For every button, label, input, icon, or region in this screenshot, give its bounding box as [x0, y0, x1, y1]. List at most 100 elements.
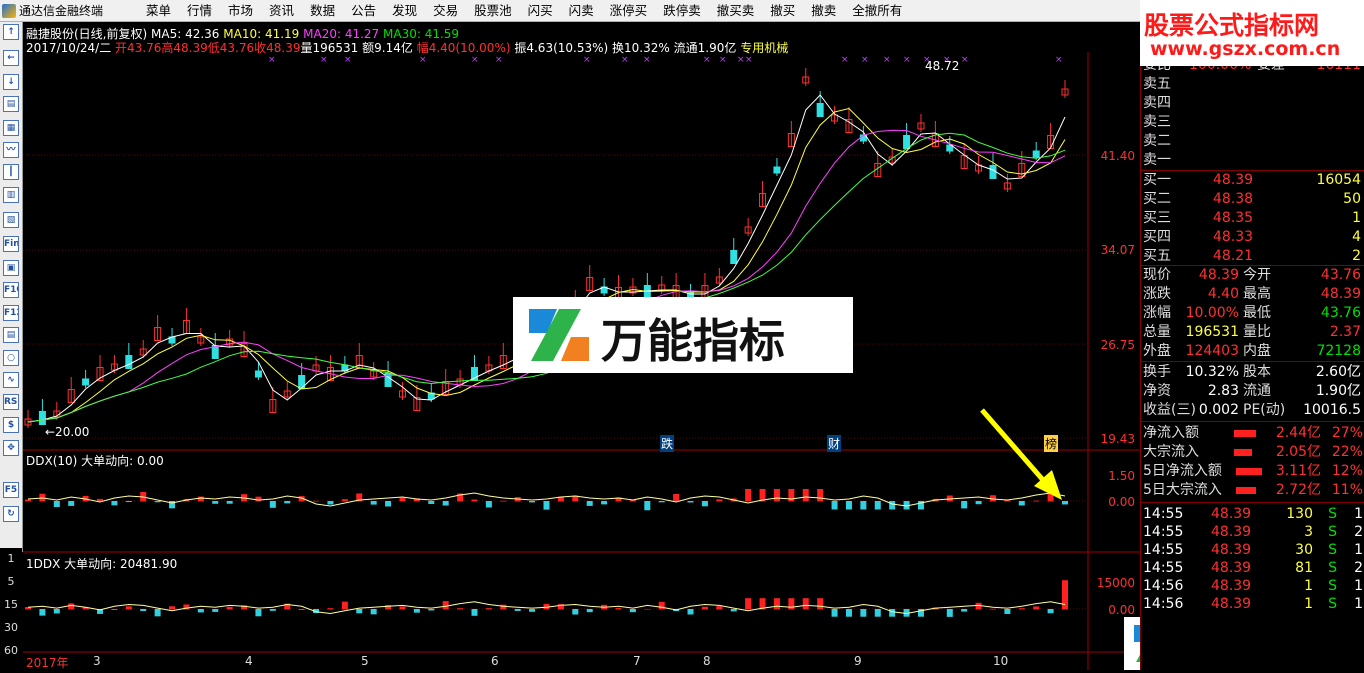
menu-item[interactable]: 全撤所有 — [844, 0, 910, 22]
fund-row: 换手 10.32% 股本 2.60亿 — [1143, 364, 1361, 380]
sell-row: 卖四 — [1143, 95, 1171, 111]
ddx-bar — [197, 609, 204, 613]
menu-item[interactable]: 公告 — [343, 0, 384, 22]
menu-item[interactable]: 数据 — [302, 0, 343, 22]
menu-item[interactable]: 闪买 — [520, 0, 561, 22]
signal-marker: × — [961, 55, 969, 65]
period-option[interactable]: 15 — [0, 598, 22, 611]
ddx-bar — [658, 501, 665, 503]
divider — [1141, 361, 1364, 362]
grid-icon[interactable]: ▦ — [3, 120, 19, 136]
menu-item[interactable]: 闪卖 — [561, 0, 602, 22]
ddx-bar — [53, 609, 60, 614]
ddx-bar — [745, 489, 752, 502]
wave-icon[interactable]: ∿ — [3, 372, 19, 388]
menu-item[interactable]: 行情 — [179, 0, 220, 22]
menu-item[interactable]: 撤买 — [762, 0, 803, 22]
fund-row: 收益(三) 0.002 PE(动) 10016.5 — [1143, 402, 1361, 418]
menu-item[interactable]: 撤买卖 — [709, 0, 763, 22]
ddx-bar — [601, 501, 608, 505]
flow-bar — [1234, 430, 1256, 437]
ddx-bar — [255, 609, 262, 617]
ddx-bar — [111, 501, 118, 506]
f12-button[interactable]: F12 — [3, 305, 19, 321]
ddx-bar — [140, 609, 147, 612]
ddx-bar — [845, 501, 852, 510]
table-icon[interactable]: ▤ — [3, 327, 19, 343]
fall-tag[interactable]: 跌 — [660, 435, 675, 452]
left-arrow-icon[interactable]: ← — [3, 50, 19, 66]
stack-icon[interactable]: ▥ — [3, 187, 19, 203]
divider — [1141, 502, 1364, 503]
month-label: 3 — [93, 654, 101, 668]
refresh-icon[interactable]: ↻ — [3, 506, 19, 522]
flow-bar — [1236, 468, 1262, 475]
ddx-bar — [298, 609, 305, 610]
app-title: 通达信金融终端 — [2, 2, 103, 20]
ddx-bar — [961, 609, 968, 612]
ma20-line — [27, 129, 1066, 423]
candle-body — [773, 166, 781, 174]
finance-tag[interactable]: 财 — [827, 435, 842, 452]
candle-icon[interactable]: ┃ — [3, 164, 19, 180]
menu-item[interactable]: 跌停卖 — [655, 0, 709, 22]
watermark: 股票公式指标网 www.gszx.com.cn — [1140, 0, 1364, 66]
ddx-bar — [874, 501, 881, 510]
f5-button[interactable]: F5 — [3, 482, 19, 498]
circle-icon[interactable]: ○ — [3, 350, 19, 366]
tick-row: 14:56 48.39 1 S 1 — [1143, 578, 1363, 594]
ddx-bar — [125, 501, 132, 502]
menu-item[interactable]: 涨停买 — [602, 0, 656, 22]
candle-body — [903, 135, 911, 149]
menu-item[interactable]: 菜单 — [138, 0, 179, 22]
ddx-bar — [255, 496, 262, 502]
ddx-bar — [399, 606, 406, 610]
up-arrow-icon[interactable]: ↑ — [3, 24, 19, 40]
ddx-bar — [356, 609, 363, 614]
report-icon[interactable]: ▤ — [3, 96, 19, 112]
ddx-bar — [269, 609, 276, 611]
signal-marker: × — [883, 55, 891, 65]
ddx-bar — [68, 501, 75, 506]
ddx-bar — [572, 609, 579, 615]
ddx-bar — [1018, 608, 1025, 610]
f10-button[interactable]: F10 — [3, 282, 19, 298]
menu-item[interactable]: 股票池 — [466, 0, 520, 22]
menu-item[interactable]: 发现 — [384, 0, 425, 22]
candle-body — [730, 250, 738, 264]
sell-row: 卖一 — [1143, 152, 1171, 168]
period-option[interactable]: 30 — [0, 621, 22, 634]
down-arrow-icon[interactable]: ↓ — [3, 74, 19, 90]
signal-marker: × — [320, 55, 328, 65]
period-option[interactable]: 5 — [0, 575, 22, 588]
ddx-bar — [169, 606, 176, 610]
layers-icon[interactable]: ▧ — [3, 212, 19, 228]
menu-item[interactable]: 资讯 — [261, 0, 302, 22]
ddx-bar — [961, 501, 968, 509]
doc-icon[interactable]: ▣ — [3, 260, 19, 276]
ddx-bar — [543, 501, 550, 510]
ddx-bar — [399, 497, 406, 502]
ddx-bar — [500, 500, 507, 502]
move-icon[interactable]: ✥ — [3, 440, 19, 456]
rsi-button[interactable]: RSI — [3, 394, 19, 410]
quote-row: 现价 48.39 今开 43.76 — [1143, 267, 1361, 283]
period-option[interactable]: 1 — [0, 552, 22, 565]
flow-row: 大宗流入 2.05亿 22% — [1143, 444, 1363, 460]
menu-item[interactable]: 交易 — [425, 0, 466, 22]
candle-body — [1032, 150, 1040, 158]
fin-button[interactable]: Fin — [3, 236, 19, 252]
ddx-bar — [313, 500, 320, 502]
buy-row: 买三 48.35 1 — [1143, 210, 1361, 226]
money-icon[interactable]: $ — [3, 417, 19, 433]
line-chart-icon[interactable]: 〰 — [3, 142, 19, 158]
high-annotation: 48.72 — [925, 59, 960, 73]
ddx-bar — [327, 501, 334, 505]
app-logo-icon — [2, 4, 16, 18]
period-option[interactable]: 60 — [0, 644, 22, 657]
menu-item[interactable]: 撤卖 — [803, 0, 844, 22]
menu-item[interactable]: 市场 — [220, 0, 261, 22]
ddx-bar — [874, 609, 881, 617]
signal-marker: × — [583, 55, 591, 65]
candle-body — [816, 103, 824, 117]
